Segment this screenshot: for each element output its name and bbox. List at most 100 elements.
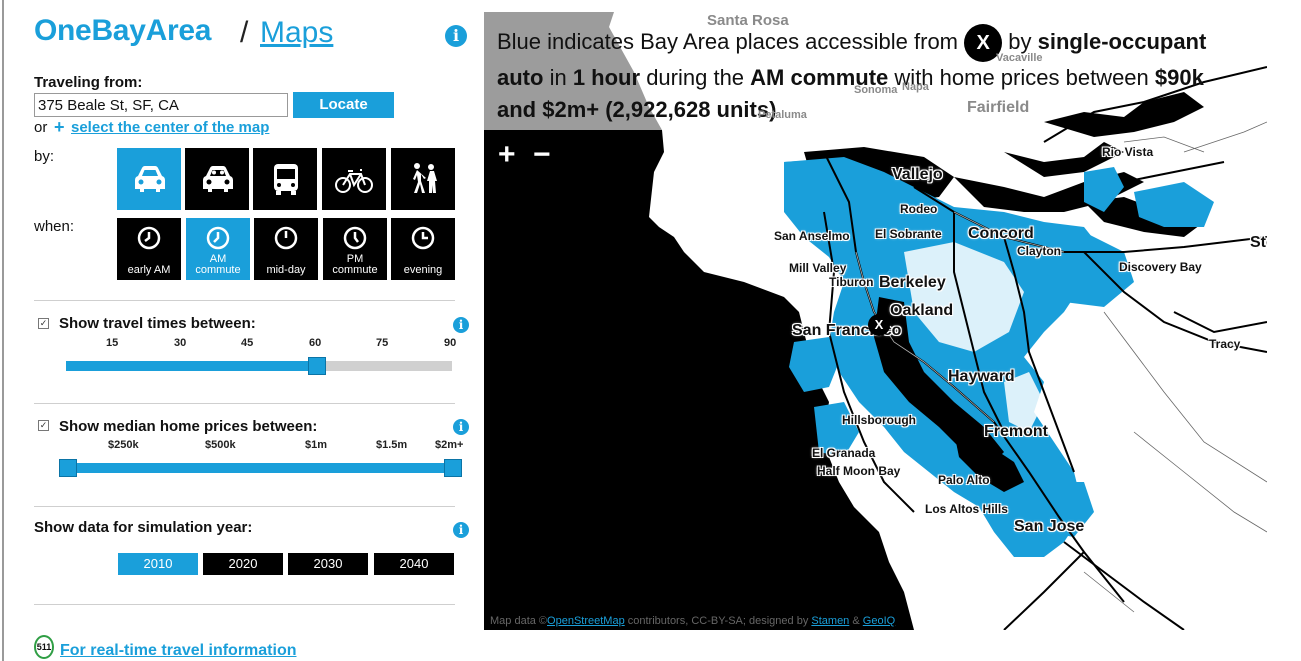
time-line2: commute — [195, 264, 241, 276]
select-map-center-link[interactable]: select the center of the map — [71, 119, 269, 136]
tick-label: 60 — [309, 337, 322, 349]
mode-bicycle-button[interactable] — [322, 148, 386, 210]
zoom-in-button[interactable]: + — [498, 140, 516, 170]
city-label: Palo Alto — [938, 473, 990, 487]
home-prices-low-handle[interactable] — [59, 459, 77, 477]
attribution-text: contributors, CC-BY-SA; designed by — [627, 615, 809, 627]
plus-icon[interactable]: + — [54, 117, 65, 138]
carpool-icon — [203, 166, 233, 192]
address-input[interactable] — [34, 93, 288, 117]
travel-times-checkbox[interactable]: ✓ — [38, 318, 49, 329]
bicycle-icon — [335, 169, 373, 193]
city-label: Fairfield — [967, 99, 1030, 116]
city-label: San Jose — [1014, 518, 1085, 535]
info-icon[interactable]: i — [445, 25, 467, 47]
time-line1: early AM — [127, 264, 171, 276]
clock-icon — [206, 226, 230, 250]
city-label: Los Altos Hills — [925, 502, 1008, 516]
start-location-marker[interactable]: X — [868, 314, 890, 336]
home-prices-high-handle[interactable] — [444, 459, 462, 477]
caption-text: Blue indicates Bay Area places accessibl… — [497, 28, 959, 54]
year-2020-button[interactable]: 2020 — [203, 553, 283, 575]
year-2030-button[interactable]: 2030 — [288, 553, 368, 575]
travel-times-range — [66, 361, 318, 371]
walk-icon — [413, 163, 437, 193]
home-prices-range[interactable] — [66, 463, 456, 473]
time-early-am-button[interactable]: early AM — [117, 218, 181, 280]
city-label: Sonoma — [854, 84, 898, 96]
mode-car-button[interactable] — [117, 148, 181, 210]
stamen-link[interactable]: Stamen — [811, 615, 849, 627]
city-label: Mill Valley — [789, 261, 847, 275]
time-line1: mid-day — [266, 264, 306, 276]
by-label: by: — [34, 148, 55, 165]
time-label: early AM — [117, 265, 181, 276]
tick-label: 15 — [106, 337, 119, 349]
time-evening-button[interactable]: evening — [391, 218, 455, 280]
city-label: San Anselmo — [774, 229, 850, 243]
time-mid-day-button[interactable]: mid-day — [254, 218, 318, 280]
time-pm-commute-button[interactable]: PM commute — [323, 218, 387, 280]
mode-carpool-button[interactable] — [185, 148, 249, 210]
home-prices-checkbox[interactable]: ✓ — [38, 420, 49, 431]
city-label: Berkeley — [879, 274, 946, 291]
city-label: El Sobrante — [875, 227, 942, 241]
tick-label: 45 — [241, 337, 254, 349]
mode-transit-button[interactable] — [253, 148, 317, 210]
attribution-text: & — [852, 615, 860, 627]
city-label: Clayton — [1017, 244, 1062, 258]
city-label: Vallejo — [892, 166, 943, 183]
clock-icon — [411, 226, 435, 250]
mode-walk-button[interactable] — [391, 148, 455, 210]
geoiq-link[interactable]: GeoIQ — [863, 615, 895, 627]
divider — [34, 506, 455, 507]
divider — [34, 604, 455, 605]
realtime-travel-link[interactable]: For real-time travel information — [60, 642, 297, 660]
tick-label: $1m — [305, 439, 328, 451]
car-icon — [135, 166, 165, 192]
tick-label: 90 — [444, 337, 457, 349]
locate-button[interactable]: Locate — [293, 92, 394, 118]
tick-label: 75 — [376, 337, 389, 349]
maps-link[interactable]: Maps — [260, 16, 333, 50]
travel-times-info-icon[interactable]: i — [453, 317, 469, 333]
tick-label: $500k — [205, 439, 236, 451]
city-label: Santa Rosa — [707, 12, 789, 29]
time-label: mid-day — [254, 265, 318, 276]
traveling-from-label: Traveling from: — [34, 74, 143, 91]
time-line1: evening — [403, 264, 443, 276]
city-label: Oakland — [890, 302, 954, 319]
home-prices-info-icon[interactable]: i — [453, 419, 469, 435]
onebayarea-logo[interactable]: OneBayArea — [34, 14, 211, 48]
zoom-out-button[interactable]: − — [533, 140, 551, 170]
divider — [34, 300, 455, 301]
travel-times-label: Show travel times between: — [59, 315, 256, 332]
time-label: AM commute — [186, 254, 250, 276]
caption-text: during the — [646, 65, 745, 90]
caption-units: (2,922,628 units) — [605, 97, 777, 122]
clock-icon — [343, 226, 367, 250]
year-2040-button[interactable]: 2040 — [374, 553, 454, 575]
panel-edge — [2, 0, 4, 661]
time-line2: commute — [332, 264, 378, 276]
city-label: Hayward — [948, 368, 1015, 385]
map[interactable]: Blue indicates Bay Area places accessibl… — [484, 12, 1267, 630]
city-label: Rodeo — [900, 202, 938, 216]
control-panel: OneBayArea / Maps i Traveling from: Loca… — [0, 0, 484, 661]
caption-text: by — [1008, 28, 1032, 54]
year-2010-button[interactable]: 2010 — [118, 553, 198, 575]
time-label: PM commute — [323, 254, 387, 276]
city-label: Discovery Bay — [1119, 260, 1202, 274]
tick-label: 30 — [174, 337, 187, 349]
time-am-commute-button[interactable]: AM commute — [186, 218, 250, 280]
city-label: El Granada — [812, 446, 876, 460]
openstreetmap-link[interactable]: OpenStreetMap — [547, 615, 625, 627]
attribution-text: Map data © — [490, 615, 548, 627]
time-label: evening — [391, 265, 455, 276]
travel-times-handle[interactable] — [308, 357, 326, 375]
simulation-info-icon[interactable]: i — [453, 522, 469, 538]
map-attribution: Map data ©OpenStreetMap contributors, CC… — [490, 615, 895, 627]
tick-label: $2m+ — [435, 439, 464, 451]
caption-text: with home prices between — [894, 65, 1149, 90]
city-label: Sto — [1250, 234, 1267, 251]
